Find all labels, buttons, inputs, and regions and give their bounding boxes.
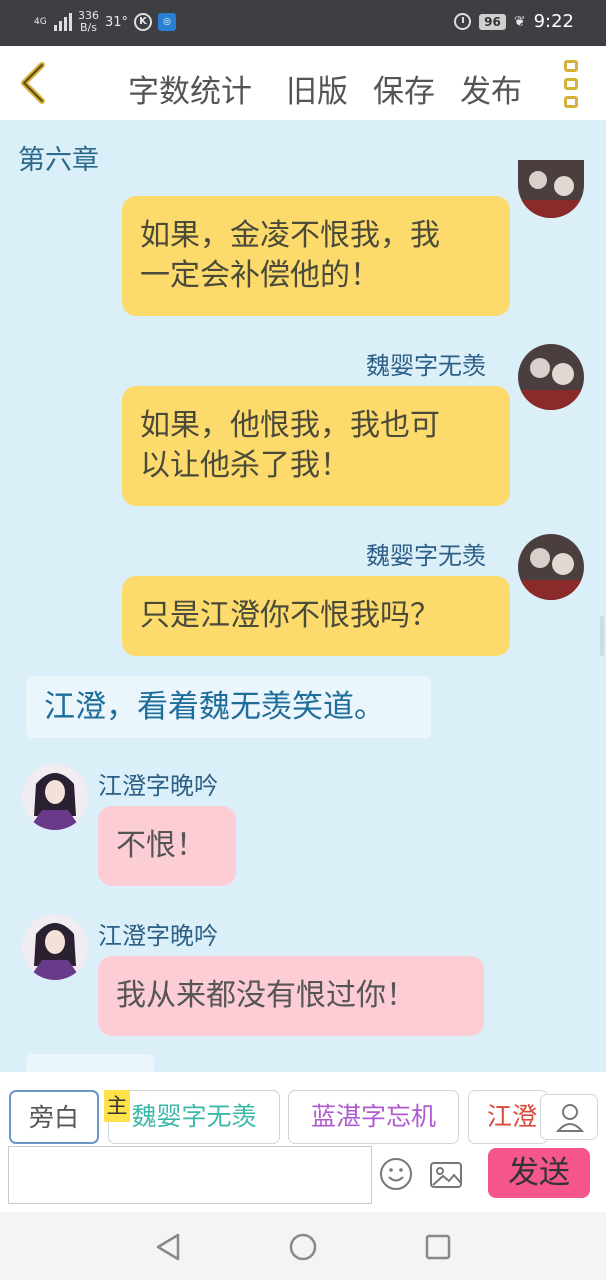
message-text: 只是江澄你不恨我吗？ (140, 598, 440, 633)
battery-level: 96 (479, 13, 506, 30)
composer: 发送 (0, 1144, 606, 1210)
message-bubble: 我从来都没有恨过你！ (98, 956, 484, 1036)
narration-bubble (26, 1054, 154, 1072)
narrator-chip[interactable]: 旁白 (9, 1090, 99, 1144)
recents-nav-icon[interactable] (424, 1232, 452, 1262)
clock: 9:22 (533, 11, 574, 32)
message-text: 一定会补偿他的！ (140, 258, 380, 293)
back-nav-icon[interactable] (154, 1232, 182, 1262)
chapter-title: 第六章 (18, 145, 99, 176)
avatar-jiang-cheng[interactable] (22, 764, 88, 830)
old-version-button[interactable]: 旧版 (286, 66, 348, 111)
status-bar: 4G 336 B/s 31° K ◎ 96 ❦ 9:22 (0, 0, 606, 46)
k-app-icon: K (134, 13, 153, 31)
status-left: 4G 336 B/s 31° K ◎ (34, 10, 177, 34)
avatar-wei-ying[interactable] (518, 160, 584, 218)
speaker-name: 江澄字晚吟 (98, 922, 218, 950)
add-character-button[interactable] (540, 1094, 598, 1140)
character-selector: 旁白 魏婴字无羡 主 蓝湛字忘机 江澄 (0, 1072, 606, 1144)
image-icon[interactable] (428, 1158, 464, 1192)
avatar-jiang-cheng[interactable] (22, 914, 88, 980)
character-chip-lan-zhan[interactable]: 蓝湛字忘机 (288, 1090, 459, 1144)
back-icon[interactable] (18, 62, 48, 104)
message-bubble: 不恨！ (98, 806, 236, 886)
alarm-icon (454, 13, 472, 30)
character-chip-wei-ying[interactable]: 魏婴字无羡 (108, 1090, 280, 1144)
temperature: 31° (105, 14, 129, 30)
message-text: 如果，金凌不恨我，我 (140, 218, 440, 253)
speaker-name: 魏婴字无羡 (366, 542, 486, 570)
word-count-button[interactable]: 字数统计 (128, 66, 252, 111)
message-text: 不恨！ (116, 828, 206, 863)
message-bubble: 如果，他恨我，我也可 以让他杀了我！ (122, 386, 510, 506)
more-menu-icon[interactable] (564, 60, 580, 108)
network-type: 4G (34, 16, 47, 27)
speaker-name: 魏婴字无羡 (366, 352, 486, 380)
message-input[interactable] (8, 1146, 372, 1204)
message-text: 我从来都没有恨过你！ (116, 978, 416, 1013)
notification-app-icon: ◎ (158, 13, 177, 31)
speaker-name: 江澄字晚吟 (98, 772, 218, 800)
signal-icon (54, 13, 72, 31)
chat-area[interactable]: 第六章 如果，金凌不恨我，我 一定会补偿他的！ 魏婴字无羡 如果，他恨我，我也可… (0, 120, 606, 1072)
avatar-wei-ying[interactable] (518, 344, 584, 410)
save-button[interactable]: 保存 (373, 66, 435, 111)
send-button[interactable]: 发送 (488, 1148, 590, 1198)
narration-text: 江澄，看着魏无羡笑道。 (44, 689, 385, 725)
scrollbar[interactable] (600, 616, 604, 656)
home-nav-icon[interactable] (288, 1232, 318, 1262)
main-character-tag: 主 (104, 1090, 130, 1122)
message-text: 以让他杀了我！ (140, 448, 350, 483)
message-bubble: 只是江澄你不恨我吗？ (122, 576, 510, 656)
publish-button[interactable]: 发布 (460, 66, 522, 111)
user-icon (555, 1104, 585, 1132)
top-toolbar: 字数统计 旧版 保存 发布 (0, 46, 606, 120)
message-bubble: 如果，金凌不恨我，我 一定会补偿他的！ (122, 196, 510, 316)
avatar-wei-ying[interactable] (518, 534, 584, 600)
emoji-icon[interactable] (378, 1156, 414, 1192)
network-speed: 336 B/s (78, 10, 99, 34)
character-chip-jiang-cheng[interactable]: 江澄 (468, 1090, 548, 1144)
status-right: 96 ❦ 9:22 (454, 11, 574, 32)
narration-bubble: 江澄，看着魏无羡笑道。 (26, 676, 431, 738)
speed-unit: B/s (80, 21, 97, 34)
message-text: 如果，他恨我，我也可 (140, 408, 440, 443)
system-nav-bar (0, 1212, 606, 1280)
leaf-icon: ❦ (513, 13, 526, 30)
